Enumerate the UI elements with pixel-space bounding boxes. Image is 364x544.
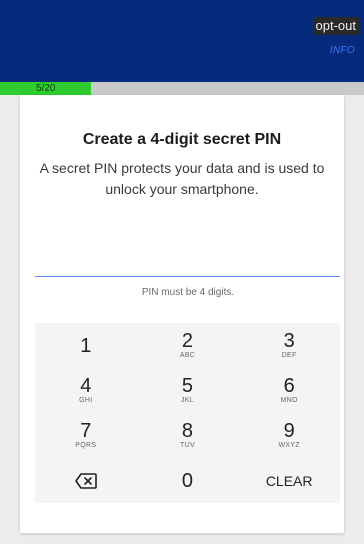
key-digit: 4 <box>80 375 92 397</box>
backspace-button[interactable] <box>35 458 137 503</box>
key-digit: 9 <box>283 420 295 442</box>
key-3[interactable]: 3 DEF <box>238 323 340 368</box>
key-letters: JKL <box>181 397 194 404</box>
key-5[interactable]: 5 JKL <box>137 368 239 413</box>
clear-label: CLEAR <box>265 472 313 489</box>
key-1[interactable]: 1 <box>35 323 137 368</box>
key-digit: 6 <box>283 375 295 397</box>
key-letters: PQRS <box>75 442 97 449</box>
key-digit: 7 <box>80 420 92 442</box>
backspace-icon <box>75 472 97 489</box>
progress-label: 5/20 <box>36 83 56 94</box>
numeric-keypad: 1 2 ABC 3 DEF 4 GHI 5 JKL 6 MNO 7 PQRS 8… <box>35 323 340 503</box>
key-digit: 8 <box>181 420 194 442</box>
key-9[interactable]: 9 WXYZ <box>238 413 340 458</box>
key-digit: 3 <box>283 330 295 352</box>
key-digit: 0 <box>181 469 194 492</box>
key-letters: WXYZ <box>278 442 300 449</box>
clear-button[interactable]: CLEAR <box>238 458 340 503</box>
key-letters: GHI <box>79 397 93 404</box>
info-link[interactable]: INFO <box>330 45 355 56</box>
page-description: A secret PIN protects your data and is u… <box>39 160 325 197</box>
pin-hint: PIN must be 4 digits. <box>141 287 235 298</box>
opt-out-button[interactable]: opt-out <box>312 17 359 35</box>
key-8[interactable]: 8 TUV <box>137 413 239 458</box>
key-letters: MNO <box>280 397 298 404</box>
key-letters: ABC <box>179 352 196 359</box>
page-title: Create a 4-digit secret PIN <box>82 131 282 148</box>
key-0[interactable]: 0 <box>137 458 239 503</box>
key-6[interactable]: 6 MNO <box>238 368 340 413</box>
progress-bar: 5/20 <box>0 82 364 95</box>
key-digit: 5 <box>181 375 194 397</box>
key-digit: 1 <box>80 334 92 357</box>
pin-input[interactable] <box>35 276 340 277</box>
key-7[interactable]: 7 PQRS <box>35 413 137 458</box>
key-letters: TUV <box>180 442 195 449</box>
key-4[interactable]: 4 GHI <box>35 368 137 413</box>
key-2[interactable]: 2 ABC <box>137 323 239 368</box>
key-digit: 2 <box>181 330 194 352</box>
header-bar: opt-out INFO <box>0 0 364 82</box>
key-letters: DEF <box>281 352 297 359</box>
